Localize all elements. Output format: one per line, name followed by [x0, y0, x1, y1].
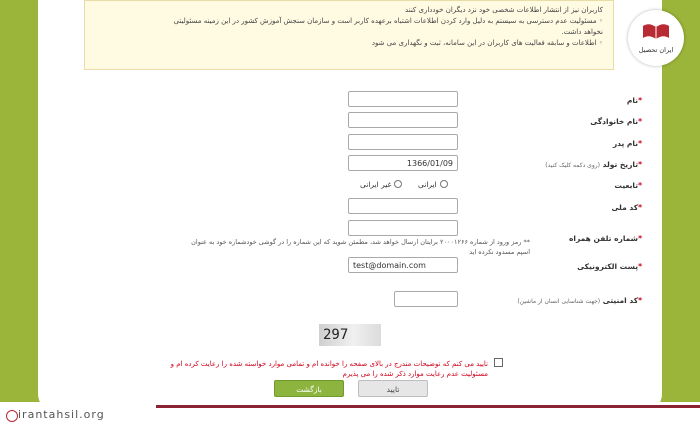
birth-date-label: *تاریخ تولد (روی دکمه کلیک کنید): [545, 160, 642, 169]
form-page: کاربران نیز از انتشار اطلاعات شخصی خود ن…: [38, 0, 662, 412]
nationality-label: *تابعیت: [614, 181, 642, 190]
last-name-input[interactable]: [348, 112, 458, 128]
nationality-iranian-radio[interactable]: ایرانی: [418, 180, 448, 189]
national-code-label: *کد ملی: [611, 203, 642, 212]
agreement-text: تایید می کنم که توضیحات مندرج در بالای ص…: [170, 360, 488, 378]
security-code-input[interactable]: [394, 291, 458, 307]
mobile-label: *شماره تلفن همراه: [568, 234, 642, 243]
globe-icon: [6, 410, 18, 422]
back-button[interactable]: بازگشت: [274, 380, 344, 397]
registration-form: *نام *نام خانوادگی *نام پدر *تاریخ تولد …: [38, 0, 662, 412]
book-icon: [643, 24, 669, 39]
father-name-input[interactable]: [348, 134, 458, 150]
agreement-checkbox[interactable]: [494, 358, 503, 367]
site-logo: ایران تحصیل: [628, 10, 684, 66]
last-name-label: *نام خانوادگی: [590, 117, 642, 126]
footer-divider: [156, 405, 700, 408]
security-code-label: *کد امنیتی (جهت شناسایی انسان از ماشین): [517, 296, 642, 305]
email-label: *پست الکترونیکی: [577, 262, 642, 271]
email-input[interactable]: [348, 257, 458, 273]
father-name-label: *نام پدر: [612, 139, 642, 148]
nationality-foreign-radio[interactable]: غیر ایرانی: [360, 180, 403, 189]
national-code-input[interactable]: [348, 198, 458, 214]
birth-date-input[interactable]: [348, 155, 458, 171]
mobile-hint: ** رمز ورود از شماره ۲۰۰۰۱۲۶۶ برایتان ار…: [191, 238, 530, 256]
first-name-input[interactable]: [348, 91, 458, 107]
first-name-label: *نام: [626, 96, 642, 105]
radio-circle-icon: [439, 180, 448, 188]
captcha-image: 297: [319, 324, 381, 346]
confirm-button[interactable]: تایید: [358, 380, 428, 397]
logo-name: ایران تحصیل: [638, 46, 674, 54]
mobile-input[interactable]: [348, 220, 458, 236]
site-url: irantahsil.org: [18, 408, 105, 421]
radio-circle-icon: [394, 180, 403, 188]
